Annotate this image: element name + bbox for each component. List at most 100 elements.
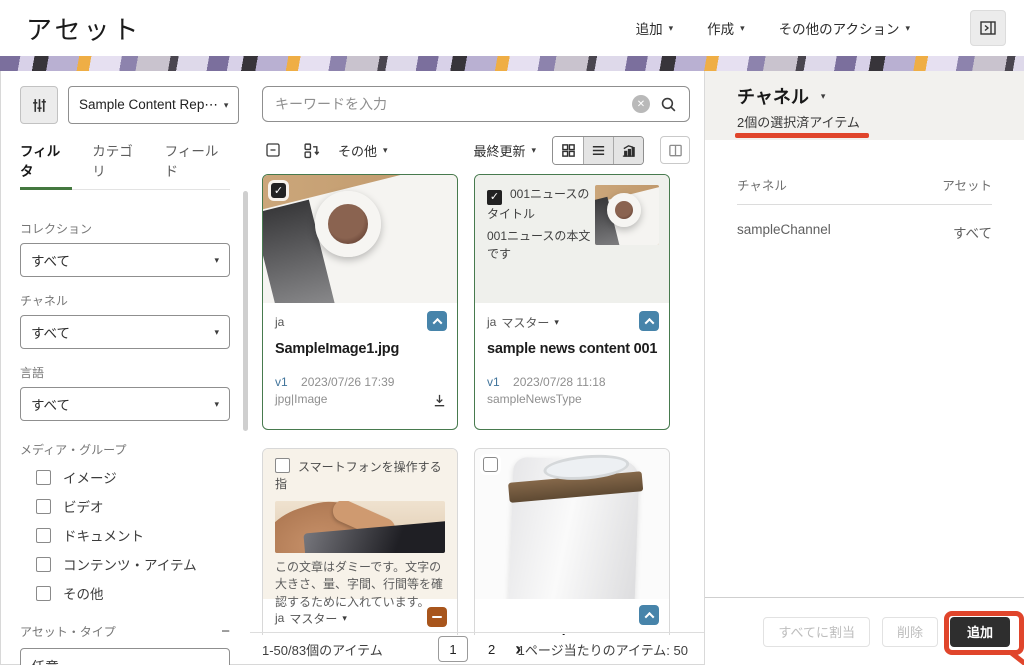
list-view-button[interactable] — [583, 137, 613, 164]
grid-view-button[interactable] — [553, 137, 583, 164]
asset-checkbox[interactable]: ✓ — [271, 183, 286, 198]
asset-card-403451010[interactable]: 403451010.jpg — [474, 448, 670, 635]
asset-type-label: アセット・タイプ — [20, 623, 116, 640]
table-row[interactable]: sampleChannel すべて — [737, 222, 992, 242]
checkbox[interactable] — [36, 528, 51, 543]
assign-all-button[interactable]: すべてに割当 — [763, 617, 870, 647]
decorative-banner — [0, 56, 1024, 71]
collection-select[interactable]: すべて ▾ — [20, 243, 230, 277]
content-body: 001ニュースの本文です — [487, 227, 595, 263]
download-icon[interactable] — [432, 393, 447, 408]
items-count: 1-50/83個のアイテム — [262, 640, 383, 659]
language-select[interactable]: すべて ▾ — [20, 387, 230, 421]
variant-tag[interactable]: マスター — [289, 610, 337, 627]
asset-card-sampleimage1[interactable]: ✓ ja SampleImage1.jpg v1 2023/07/26 17:3… — [262, 174, 458, 430]
add-menu-button[interactable]: 追加 ▾ — [636, 18, 674, 38]
asset-type: sampleNewsType — [487, 392, 657, 406]
repository-selector[interactable]: Sample Content Rep⋯ ▾ — [68, 86, 239, 124]
list-view-icon — [591, 143, 606, 158]
panel-title: チャネル — [737, 83, 809, 109]
asset-type: jpg|Image — [275, 392, 445, 406]
assets-app-window: アセット 追加 ▾ 作成 ▾ その他のアクション ▾ — [0, 0, 1024, 665]
chevron-down-icon[interactable]: ▾ — [821, 92, 826, 101]
version-tag[interactable]: v1 — [275, 375, 288, 389]
checkbox[interactable] — [36, 586, 51, 601]
chevron-down-icon: ▾ — [554, 318, 559, 327]
sidebar-scrollbar[interactable] — [243, 191, 248, 431]
split-view-button[interactable] — [660, 136, 690, 164]
add-button[interactable]: 追加 — [950, 617, 1010, 647]
asset-type-input[interactable]: 任意 — [20, 648, 230, 665]
asset-checkbox[interactable] — [483, 457, 498, 472]
minus-icon — [432, 616, 442, 619]
asset-title[interactable]: SampleImage1.jpg — [275, 341, 445, 357]
coffee-cup-photo — [263, 175, 457, 303]
collapse-section-icon[interactable]: − — [221, 624, 230, 639]
media-option-content-item[interactable]: コンテンツ・アイテム — [36, 554, 230, 574]
items-per-page: 1ページ当たりのアイテム: 50 — [518, 640, 688, 659]
checkbox[interactable] — [36, 557, 51, 572]
published-status-badge[interactable] — [639, 311, 659, 331]
language-tag: ja — [275, 315, 284, 329]
create-menu-button[interactable]: 作成 ▾ — [707, 18, 745, 38]
search-bar: ✕ — [262, 86, 690, 122]
chevron-down-icon: ▾ — [383, 146, 388, 155]
page-2-button[interactable]: 2 — [488, 642, 495, 657]
draft-status-badge[interactable] — [427, 607, 447, 627]
more-actions-menu-button[interactable]: その他のアクション ▾ — [779, 18, 910, 38]
media-option-other[interactable]: その他 — [36, 583, 230, 603]
more-options-dropdown[interactable]: その他 ▾ — [338, 141, 388, 160]
modified-date: 2023/07/26 17:39 — [301, 375, 394, 389]
asset-thumbnail — [475, 449, 669, 599]
media-group-label: メディア・グループ — [20, 441, 230, 458]
checkbox[interactable] — [36, 470, 51, 485]
language-tag: ja — [275, 611, 284, 625]
chevron-down-icon: ▾ — [214, 400, 219, 409]
chevron-down-icon: ▾ — [531, 146, 536, 155]
media-option-image[interactable]: イメージ — [36, 467, 230, 487]
tab-filter[interactable]: フィルタ — [20, 140, 72, 180]
tab-category[interactable]: カテゴリ — [92, 140, 144, 180]
chevron-up-icon — [432, 317, 442, 327]
channel-table: チャネル アセット sampleChannel すべて — [705, 175, 1024, 242]
asset-list-area: ✕ — [250, 71, 704, 665]
published-status-badge[interactable] — [639, 605, 659, 625]
content-item-preview: スマートフォンを操作する指 この文章はダミーです。文字の大きさ、量、字間、行間等… — [263, 449, 457, 599]
asset-scope: すべて — [953, 222, 992, 242]
search-input[interactable] — [275, 96, 622, 112]
columns-icon — [668, 143, 683, 158]
collapse-side-panel-button[interactable] — [970, 10, 1006, 46]
search-icon[interactable] — [660, 96, 677, 113]
clear-search-icon[interactable]: ✕ — [632, 95, 650, 113]
sort-dropdown[interactable]: 最終更新 ▾ — [473, 141, 536, 160]
media-option-document[interactable]: ドキュメント — [36, 525, 230, 545]
asset-checkbox[interactable]: ✓ — [487, 190, 502, 205]
asset-title[interactable]: sample news content 001 — [487, 341, 657, 357]
channel-select[interactable]: すべて ▾ — [20, 315, 230, 349]
media-option-video[interactable]: ビデオ — [36, 496, 230, 516]
top-bar: アセット 追加 ▾ 作成 ▾ その他のアクション ▾ — [0, 0, 1024, 56]
channel-label: チャネル — [20, 292, 230, 309]
chevron-down-icon: ▾ — [669, 24, 674, 33]
channel-panel-header: チャネル ▾ 2個の選択済アイテム — [705, 71, 1024, 140]
version-tag[interactable]: v1 — [487, 375, 500, 389]
selected-items-count: 2個の選択済アイテム — [737, 112, 1024, 131]
checkbox[interactable] — [36, 499, 51, 514]
language-label: 言語 — [20, 364, 230, 381]
published-status-badge[interactable] — [427, 311, 447, 331]
delete-button[interactable]: 削除 — [882, 617, 938, 647]
asset-card-sample-news-001[interactable]: ✓001ニュースのタイトル 001ニュースの本文です ja マスター ▾ — [474, 174, 670, 430]
language-tag: ja — [487, 315, 496, 329]
next-page-icon[interactable]: › — [515, 640, 521, 658]
asset-checkbox[interactable] — [275, 458, 290, 473]
channel-panel: チャネル ▾ 2個の選択済アイテム チャネル アセット sampleChanne… — [704, 71, 1024, 665]
deselect-all-icon[interactable] — [262, 139, 284, 161]
asset-card-web2[interactable]: スマートフォンを操作する指 この文章はダミーです。文字の大きさ、量、字間、行間等… — [262, 448, 458, 635]
filter-toggle-button[interactable] — [20, 86, 58, 124]
variant-tag[interactable]: マスター — [501, 314, 549, 331]
chart-view-button[interactable] — [613, 137, 643, 164]
tab-field[interactable]: フィールド — [165, 140, 230, 180]
page-1-button[interactable]: 1 — [438, 636, 468, 662]
channel-name: sampleChannel — [737, 222, 831, 242]
categorize-icon[interactable] — [300, 139, 322, 161]
